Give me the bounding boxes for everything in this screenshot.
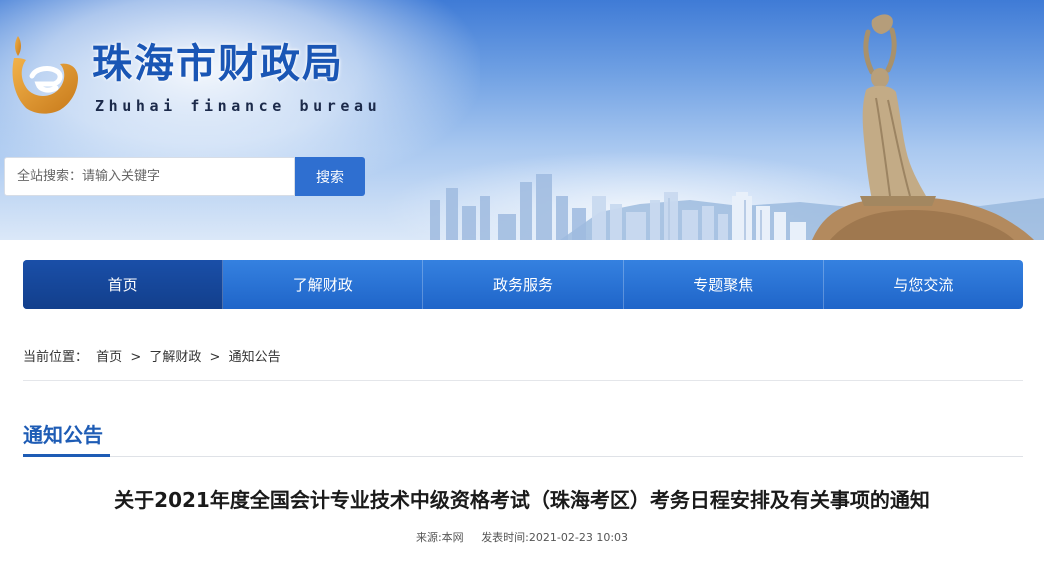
nav-item-special-topics[interactable]: 专题聚焦 (624, 260, 824, 309)
section-title: 通知公告 (23, 423, 103, 447)
breadcrumb-separator: > (209, 350, 221, 365)
section-title-underline (23, 454, 110, 457)
statue-figure (860, 14, 936, 206)
article-source: 来源:本网 (415, 531, 464, 544)
search-input[interactable] (4, 157, 295, 196)
site-title: 珠海市财政局 (92, 40, 344, 87)
city-skyline-illustration (430, 14, 1044, 240)
article-title: 关于2021年度全国会计专业技术中级资格考试（珠海考区）考务日程安排及有关事项的… (114, 488, 930, 512)
site-subtitle: Zhuhai finance bureau (95, 97, 382, 115)
main-nav: 首页 了解财政 政务服务 专题聚焦 与您交流 (23, 260, 1023, 309)
finance-bureau-logo (12, 36, 78, 114)
breadcrumb: 当前位置： 首页 > 了解财政 > 通知公告 (23, 346, 285, 365)
breadcrumb-separator: > (130, 350, 142, 365)
breadcrumb-item-notices[interactable]: 通知公告 (229, 350, 281, 365)
breadcrumb-item-about-finance[interactable]: 了解财政 (149, 350, 201, 365)
header-banner: 珠海市财政局 Zhuhai finance bureau 搜索 (0, 0, 1044, 240)
breadcrumb-item-home[interactable]: 首页 (96, 350, 122, 365)
section-divider (23, 456, 1023, 457)
article-meta: 来源:本网 发表时间:2021-02-23 10:03 (0, 529, 1044, 545)
nav-item-home[interactable]: 首页 (23, 260, 224, 309)
divider (23, 380, 1023, 381)
nav-item-about-finance[interactable]: 了解财政 (223, 260, 424, 309)
nav-item-government-services[interactable]: 政务服务 (423, 260, 624, 309)
article-publish-time: 发表时间:2021-02-23 10:03 (481, 531, 629, 544)
search-button[interactable]: 搜索 (295, 157, 365, 196)
nav-item-communication[interactable]: 与您交流 (824, 260, 1023, 309)
breadcrumb-prefix: 当前位置： (23, 350, 89, 365)
